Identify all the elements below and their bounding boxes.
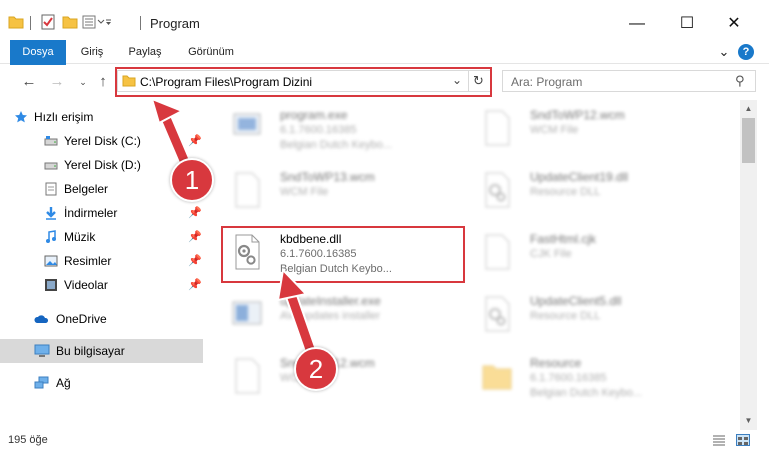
- arrow-1: [150, 97, 193, 172]
- step-1-badge: 1: [170, 158, 214, 202]
- step-2-badge: 2: [294, 347, 338, 391]
- annotation-arrows: [150, 97, 319, 362]
- arrow-2: [276, 267, 319, 362]
